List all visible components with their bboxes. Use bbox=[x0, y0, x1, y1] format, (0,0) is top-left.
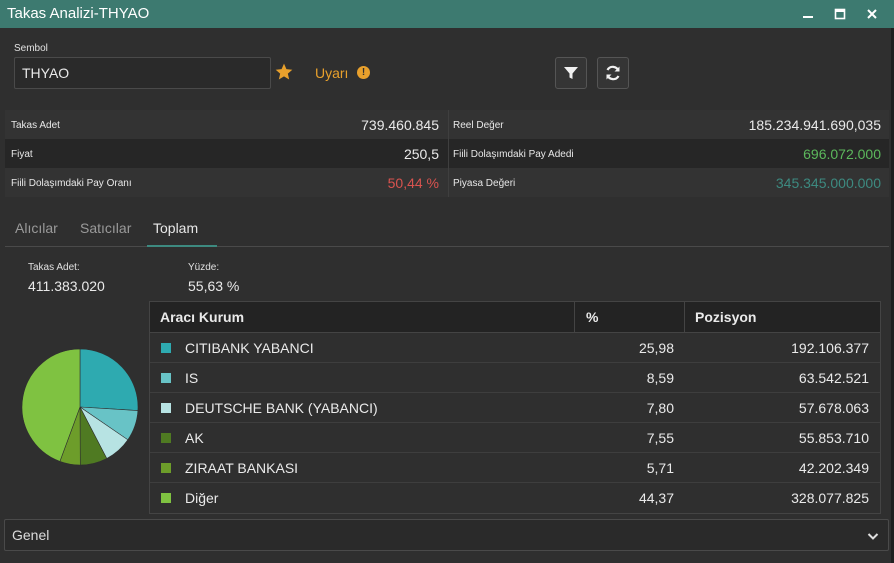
broker-name: AK bbox=[185, 430, 204, 446]
table-row[interactable]: AK 7,55 55.853.710 bbox=[150, 423, 880, 453]
pie-slice-0 bbox=[79, 348, 139, 411]
broker-percent: 44,37 bbox=[638, 490, 674, 506]
piyasa-degeri-value: 345.345.000.000 bbox=[775, 175, 881, 191]
broker-name: CITIBANK YABANCI bbox=[185, 340, 314, 356]
star-icon bbox=[275, 63, 293, 80]
active-tab-indicator bbox=[147, 245, 217, 247]
window-titlebar: Takas Analizi-THYAO bbox=[0, 0, 894, 28]
broker-table: Aracı Kurum % Pozisyon CITIBANK YABANCI 2… bbox=[149, 301, 881, 514]
tab-alicilar[interactable]: Alıcılar bbox=[15, 220, 58, 236]
reel-deger-label: Reel Değer bbox=[453, 120, 504, 131]
broker-name: DEUTSCHE BANK (YABANCI) bbox=[185, 400, 378, 416]
distribution-pie-chart bbox=[21, 348, 139, 466]
fiili-oran-value: 50,44 % bbox=[387, 175, 439, 191]
symbol-label: Sembol bbox=[14, 43, 48, 54]
table-header: Aracı Kurum % Pozisyon bbox=[150, 302, 880, 333]
favorite-button[interactable] bbox=[274, 62, 294, 82]
broker-percent: 25,98 bbox=[638, 340, 674, 356]
header-pozisyon[interactable]: Pozisyon bbox=[695, 309, 756, 325]
divider bbox=[448, 139, 449, 168]
stats-grid: Takas Adet 739.460.845 Reel Değer 185.23… bbox=[5, 110, 889, 197]
refresh-icon bbox=[606, 65, 620, 81]
piyasa-degeri-label: Piyasa Değeri bbox=[453, 178, 516, 189]
summary-yuzde-value: 55,63 % bbox=[188, 278, 240, 294]
color-swatch bbox=[161, 403, 171, 413]
view-select[interactable]: Genel bbox=[4, 519, 889, 551]
window-title: Takas Analizi-THYAO bbox=[7, 5, 150, 22]
broker-position: 63.542.521 bbox=[798, 370, 869, 386]
alert-link[interactable]: Uyarı bbox=[315, 65, 348, 81]
broker-position: 192.106.377 bbox=[791, 340, 869, 356]
broker-position: 57.678.063 bbox=[798, 400, 869, 416]
fiyat-label: Fiyat bbox=[11, 149, 33, 160]
broker-name: Diğer bbox=[185, 490, 219, 506]
column-separator bbox=[574, 302, 575, 333]
table-row[interactable]: CITIBANK YABANCI 25,98 192.106.377 bbox=[150, 333, 880, 363]
alert-icon: ! bbox=[357, 66, 370, 79]
header-percent[interactable]: % bbox=[586, 309, 598, 325]
reel-deger-value: 185.234.941.690,035 bbox=[748, 117, 881, 133]
broker-percent: 7,55 bbox=[646, 430, 674, 446]
filter-button[interactable] bbox=[555, 57, 587, 89]
tab-saticilar[interactable]: Satıcılar bbox=[80, 220, 131, 236]
close-icon bbox=[867, 9, 877, 19]
color-swatch bbox=[161, 373, 171, 383]
table-body: CITIBANK YABANCI 25,98 192.106.377 IS 8,59 63… bbox=[150, 333, 880, 513]
color-swatch bbox=[161, 343, 171, 353]
minimize-button[interactable] bbox=[798, 4, 818, 24]
broker-percent: 8,59 bbox=[646, 370, 674, 386]
broker-name: IS bbox=[185, 370, 199, 386]
stats-row: Fiyat 250,5 Fiili Dolaşımdaki Pay Adedi … bbox=[5, 139, 889, 168]
broker-percent: 5,71 bbox=[646, 460, 674, 476]
column-separator bbox=[684, 302, 685, 333]
chevron-down-icon bbox=[867, 533, 879, 540]
color-swatch bbox=[161, 463, 171, 473]
filter-icon bbox=[564, 67, 578, 79]
table-row[interactable]: IS 8,59 63.542.521 bbox=[150, 363, 880, 393]
broker-percent: 7,80 bbox=[646, 400, 674, 416]
divider bbox=[448, 110, 449, 139]
maximize-icon bbox=[834, 8, 846, 20]
divider bbox=[448, 168, 449, 197]
symbol-input[interactable] bbox=[14, 57, 271, 89]
summary-yuzde-label: Yüzde: bbox=[188, 262, 220, 273]
broker-position: 42.202.349 bbox=[798, 460, 869, 476]
summary-takas-label: Takas Adet: bbox=[28, 262, 80, 273]
fiili-adet-label: Fiili Dolaşımdaki Pay Adedi bbox=[453, 149, 574, 160]
broker-position: 55.853.710 bbox=[798, 430, 869, 446]
color-swatch bbox=[161, 433, 171, 443]
broker-position: 328.077.825 bbox=[791, 490, 869, 506]
stats-row: Fiili Dolaşımdaki Pay Oranı 50,44 % Piya… bbox=[5, 168, 889, 197]
takas-adet-label: Takas Adet bbox=[11, 120, 60, 131]
table-row[interactable]: Diğer 44,37 328.077.825 bbox=[150, 483, 880, 513]
refresh-button[interactable] bbox=[597, 57, 629, 89]
broker-name: ZIRAAT BANKASI bbox=[185, 460, 299, 476]
fiili-adet-value: 696.072.000 bbox=[803, 146, 881, 162]
summary-takas-value: 411.383.020 bbox=[28, 278, 105, 294]
takas-adet-value: 739.460.845 bbox=[361, 117, 439, 133]
maximize-button[interactable] bbox=[830, 4, 850, 24]
tab-bar: Alıcılar Satıcılar Toplam bbox=[5, 212, 889, 247]
tab-toplam[interactable]: Toplam bbox=[153, 220, 198, 236]
fiyat-value: 250,5 bbox=[403, 146, 439, 162]
color-swatch bbox=[161, 493, 171, 503]
table-row[interactable]: DEUTSCHE BANK (YABANCI) 7,80 57.678.063 bbox=[150, 393, 880, 423]
view-select-value: Genel bbox=[12, 527, 50, 543]
table-row[interactable]: ZIRAAT BANKASI 5,71 42.202.349 bbox=[150, 453, 880, 483]
close-button[interactable] bbox=[862, 4, 882, 24]
stats-row: Takas Adet 739.460.845 Reel Değer 185.23… bbox=[5, 110, 889, 139]
fiili-oran-label: Fiili Dolaşımdaki Pay Oranı bbox=[11, 178, 132, 189]
minimize-icon bbox=[803, 16, 813, 18]
header-araci-kurum[interactable]: Aracı Kurum bbox=[160, 309, 244, 325]
